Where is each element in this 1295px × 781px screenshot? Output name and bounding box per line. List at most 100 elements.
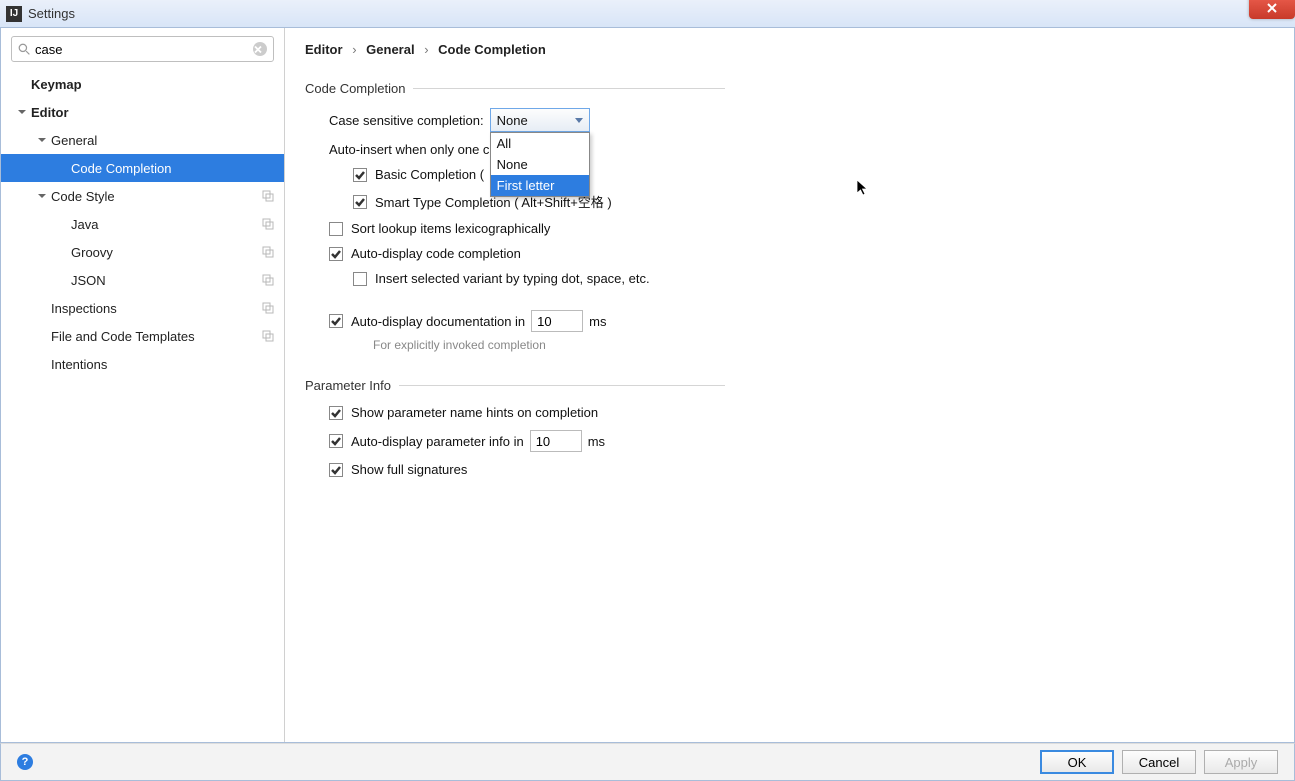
tree-item-code-completion[interactable]: Code Completion [1,154,284,182]
checkbox-smart-type-completion[interactable] [353,195,367,209]
cursor-icon [856,179,870,197]
window-title: Settings [28,6,75,21]
breadcrumb-separator: › [424,42,428,57]
tree-item-java[interactable]: Java [1,210,284,238]
ok-button[interactable]: OK [1040,750,1114,774]
row-auto-param-info: Auto-display parameter info in ms [305,430,725,452]
tree-label: Keymap [31,77,82,92]
checkbox-auto-param-info[interactable] [329,434,343,448]
clear-icon [253,43,263,56]
tree-item-code-style[interactable]: Code Style [1,182,284,210]
search-input[interactable] [35,42,253,57]
parameter-info-section: Parameter Info Show parameter name hints… [305,378,725,487]
tree-label: Editor [31,105,69,120]
checkbox-insert-variant[interactable] [353,272,367,286]
case-sensitive-dropdown: All None First letter [490,132,590,197]
row-auto-doc: Auto-display documentation in ms [305,310,725,332]
scheme-icon [262,274,274,286]
auto-param-input[interactable] [530,430,582,452]
tree-item-intentions[interactable]: Intentions [1,350,284,378]
checkbox-basic-completion[interactable] [353,168,367,182]
scheme-icon [262,190,274,202]
checkbox-show-param-hints[interactable] [329,406,343,420]
check-icon [331,316,341,326]
tree-label: Intentions [51,357,107,372]
section-legend: Parameter Info [305,378,399,393]
dropdown-option-none[interactable]: None [491,154,589,175]
tree-label: Inspections [51,301,117,316]
checkbox-show-full-sig[interactable] [329,463,343,477]
tree-item-inspections[interactable]: Inspections [1,294,284,322]
tree-item-file-templates[interactable]: File and Code Templates [1,322,284,350]
section-legend: Code Completion [305,81,413,96]
check-icon [331,249,341,259]
tree-label: Java [71,217,98,232]
chevron-down-icon [575,118,583,123]
tree-label: File and Code Templates [51,329,195,344]
show-full-sig-label: Show full signatures [351,462,467,477]
row-case-sensitive: Case sensitive completion: None All None… [305,108,725,132]
auto-doc-label-pre: Auto-display documentation in [351,314,525,329]
close-button[interactable] [1249,0,1295,19]
dropdown-option-all[interactable]: All [491,133,589,154]
checkbox-auto-display-cc[interactable] [329,247,343,261]
tree-item-editor[interactable]: Editor [1,98,284,126]
dropdown-option-first-letter[interactable]: First letter [491,175,589,196]
tree-item-json[interactable]: JSON [1,266,284,294]
close-icon [1266,2,1278,14]
tree-label: JSON [71,273,106,288]
breadcrumb-part[interactable]: Editor [305,42,343,57]
auto-display-cc-label: Auto-display code completion [351,246,521,261]
scheme-icon [262,218,274,230]
scheme-icon [262,246,274,258]
check-icon [355,197,365,207]
row-sort-lexico: Sort lookup items lexicographically [305,221,725,236]
auto-doc-input[interactable] [531,310,583,332]
row-show-full-sig: Show full signatures [305,462,725,477]
main-container: Keymap Editor General Code Completion Co… [0,28,1295,743]
basic-completion-label: Basic Completion ( [375,167,484,182]
chevron-down-icon [37,191,47,201]
case-sensitive-combo[interactable]: None [490,108,590,132]
check-icon [331,436,341,446]
auto-insert-label: Auto-insert when only one c [329,142,489,157]
tree-item-groovy[interactable]: Groovy [1,238,284,266]
tree-label: Code Style [51,189,115,204]
row-insert-variant: Insert selected variant by typing dot, s… [305,271,725,286]
breadcrumb-separator: › [352,42,356,57]
code-completion-section: Code Completion Case sensitive completio… [305,81,725,362]
checkbox-auto-doc[interactable] [329,314,343,328]
cancel-button[interactable]: Cancel [1122,750,1196,774]
tree-label: Groovy [71,245,113,260]
auto-param-label-pre: Auto-display parameter info in [351,434,524,449]
scheme-icon [262,330,274,342]
tree-label: Code Completion [71,161,171,176]
sidebar: Keymap Editor General Code Completion Co… [1,28,285,742]
breadcrumb-part[interactable]: General [366,42,414,57]
chevron-down-icon [37,135,47,145]
content-panel: Editor › General › Code Completion Code … [285,28,1294,742]
case-sensitive-label: Case sensitive completion: [329,113,484,128]
settings-tree: Keymap Editor General Code Completion Co… [1,70,284,742]
apply-button[interactable]: Apply [1204,750,1278,774]
tree-label: General [51,133,97,148]
help-button[interactable]: ? [17,754,33,770]
auto-param-label-post: ms [588,434,605,449]
sort-lexico-label: Sort lookup items lexicographically [351,221,550,236]
chevron-down-icon [17,107,27,117]
titlebar: IJ Settings [0,0,1295,28]
tree-item-general[interactable]: General [1,126,284,154]
tree-item-keymap[interactable]: Keymap [1,70,284,98]
checkbox-sort-lexico[interactable] [329,222,343,236]
row-show-param-hints: Show parameter name hints on completion [305,405,725,420]
clear-search-button[interactable] [253,42,267,56]
check-icon [331,465,341,475]
combo-value: None [497,113,528,128]
row-auto-display-cc: Auto-display code completion [305,246,725,261]
bottom-bar: ? OK Cancel Apply [0,743,1295,781]
show-param-hints-label: Show parameter name hints on completion [351,405,598,420]
search-box[interactable] [11,36,274,62]
check-icon [331,408,341,418]
app-icon: IJ [6,6,22,22]
insert-variant-label: Insert selected variant by typing dot, s… [375,271,650,286]
